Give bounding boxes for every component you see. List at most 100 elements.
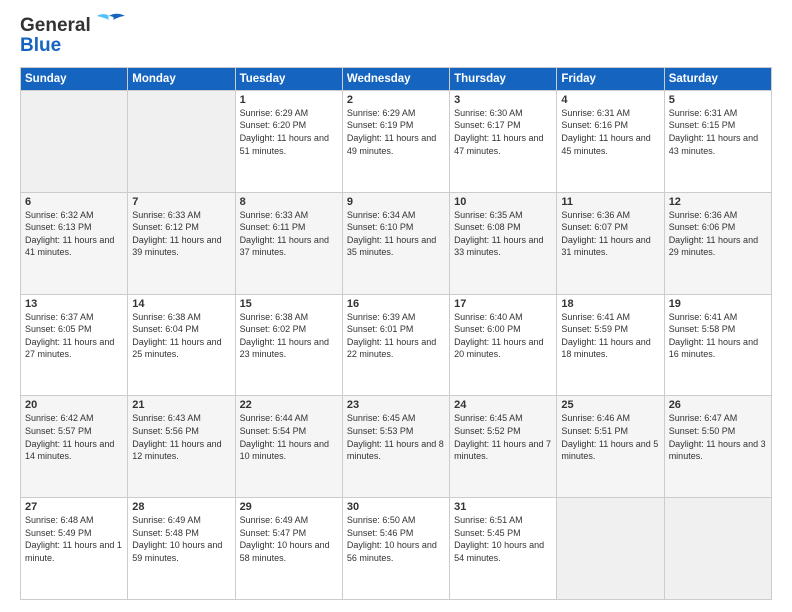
calendar-week-row: 13Sunrise: 6:37 AMSunset: 6:05 PMDayligh… — [21, 294, 772, 396]
day-info: Sunrise: 6:33 AMSunset: 6:11 PMDaylight:… — [240, 209, 338, 259]
calendar-cell: 16Sunrise: 6:39 AMSunset: 6:01 PMDayligh… — [342, 294, 449, 396]
day-number: 3 — [454, 94, 552, 106]
day-info: Sunrise: 6:36 AMSunset: 6:07 PMDaylight:… — [561, 209, 659, 259]
calendar-week-row: 6Sunrise: 6:32 AMSunset: 6:13 PMDaylight… — [21, 192, 772, 294]
calendar-week-row: 20Sunrise: 6:42 AMSunset: 5:57 PMDayligh… — [21, 396, 772, 498]
day-info: Sunrise: 6:39 AMSunset: 6:01 PMDaylight:… — [347, 311, 445, 361]
day-number: 8 — [240, 196, 338, 208]
calendar-cell: 14Sunrise: 6:38 AMSunset: 6:04 PMDayligh… — [128, 294, 235, 396]
calendar-table: SundayMondayTuesdayWednesdayThursdayFrid… — [20, 67, 772, 600]
day-info: Sunrise: 6:44 AMSunset: 5:54 PMDaylight:… — [240, 412, 338, 462]
calendar-cell: 29Sunrise: 6:49 AMSunset: 5:47 PMDayligh… — [235, 498, 342, 600]
day-info: Sunrise: 6:48 AMSunset: 5:49 PMDaylight:… — [25, 514, 123, 564]
day-number: 24 — [454, 399, 552, 411]
calendar-cell: 10Sunrise: 6:35 AMSunset: 6:08 PMDayligh… — [450, 192, 557, 294]
day-number: 9 — [347, 196, 445, 208]
weekday-header: Wednesday — [342, 67, 449, 90]
day-number: 4 — [561, 94, 659, 106]
calendar-cell: 22Sunrise: 6:44 AMSunset: 5:54 PMDayligh… — [235, 396, 342, 498]
calendar-cell: 21Sunrise: 6:43 AMSunset: 5:56 PMDayligh… — [128, 396, 235, 498]
calendar-cell — [128, 90, 235, 192]
logo-general: General — [20, 15, 91, 36]
day-info: Sunrise: 6:46 AMSunset: 5:51 PMDaylight:… — [561, 412, 659, 462]
calendar-cell: 17Sunrise: 6:40 AMSunset: 6:00 PMDayligh… — [450, 294, 557, 396]
calendar-cell — [557, 498, 664, 600]
calendar-header-row: SundayMondayTuesdayWednesdayThursdayFrid… — [21, 67, 772, 90]
weekday-header: Friday — [557, 67, 664, 90]
day-number: 26 — [669, 399, 767, 411]
day-number: 29 — [240, 501, 338, 513]
calendar-cell: 13Sunrise: 6:37 AMSunset: 6:05 PMDayligh… — [21, 294, 128, 396]
calendar-cell: 23Sunrise: 6:45 AMSunset: 5:53 PMDayligh… — [342, 396, 449, 498]
calendar-cell: 24Sunrise: 6:45 AMSunset: 5:52 PMDayligh… — [450, 396, 557, 498]
day-info: Sunrise: 6:49 AMSunset: 5:47 PMDaylight:… — [240, 514, 338, 564]
day-info: Sunrise: 6:45 AMSunset: 5:52 PMDaylight:… — [454, 412, 552, 462]
calendar-cell: 1Sunrise: 6:29 AMSunset: 6:20 PMDaylight… — [235, 90, 342, 192]
day-info: Sunrise: 6:29 AMSunset: 6:20 PMDaylight:… — [240, 107, 338, 157]
day-number: 27 — [25, 501, 123, 513]
day-number: 22 — [240, 399, 338, 411]
day-info: Sunrise: 6:36 AMSunset: 6:06 PMDaylight:… — [669, 209, 767, 259]
calendar-cell: 27Sunrise: 6:48 AMSunset: 5:49 PMDayligh… — [21, 498, 128, 600]
calendar-cell: 9Sunrise: 6:34 AMSunset: 6:10 PMDaylight… — [342, 192, 449, 294]
day-number: 20 — [25, 399, 123, 411]
day-number: 30 — [347, 501, 445, 513]
day-number: 19 — [669, 298, 767, 310]
calendar-cell: 15Sunrise: 6:38 AMSunset: 6:02 PMDayligh… — [235, 294, 342, 396]
calendar-cell: 28Sunrise: 6:49 AMSunset: 5:48 PMDayligh… — [128, 498, 235, 600]
calendar-cell: 30Sunrise: 6:50 AMSunset: 5:46 PMDayligh… — [342, 498, 449, 600]
day-info: Sunrise: 6:34 AMSunset: 6:10 PMDaylight:… — [347, 209, 445, 259]
day-info: Sunrise: 6:33 AMSunset: 6:12 PMDaylight:… — [132, 209, 230, 259]
day-number: 25 — [561, 399, 659, 411]
day-info: Sunrise: 6:38 AMSunset: 6:04 PMDaylight:… — [132, 311, 230, 361]
day-info: Sunrise: 6:47 AMSunset: 5:50 PMDaylight:… — [669, 412, 767, 462]
calendar-cell: 25Sunrise: 6:46 AMSunset: 5:51 PMDayligh… — [557, 396, 664, 498]
weekday-header: Saturday — [664, 67, 771, 90]
header: General Blue — [20, 16, 772, 57]
weekday-header: Tuesday — [235, 67, 342, 90]
day-info: Sunrise: 6:50 AMSunset: 5:46 PMDaylight:… — [347, 514, 445, 564]
day-number: 13 — [25, 298, 123, 310]
page: General Blue SundayMondayTuesdayWednesda… — [0, 0, 792, 612]
calendar-cell: 6Sunrise: 6:32 AMSunset: 6:13 PMDaylight… — [21, 192, 128, 294]
day-info: Sunrise: 6:51 AMSunset: 5:45 PMDaylight:… — [454, 514, 552, 564]
day-number: 5 — [669, 94, 767, 106]
day-info: Sunrise: 6:49 AMSunset: 5:48 PMDaylight:… — [132, 514, 230, 564]
day-number: 18 — [561, 298, 659, 310]
calendar-cell: 11Sunrise: 6:36 AMSunset: 6:07 PMDayligh… — [557, 192, 664, 294]
day-number: 23 — [347, 399, 445, 411]
calendar-week-row: 1Sunrise: 6:29 AMSunset: 6:20 PMDaylight… — [21, 90, 772, 192]
calendar-cell: 12Sunrise: 6:36 AMSunset: 6:06 PMDayligh… — [664, 192, 771, 294]
day-info: Sunrise: 6:43 AMSunset: 5:56 PMDaylight:… — [132, 412, 230, 462]
day-number: 11 — [561, 196, 659, 208]
calendar-cell: 18Sunrise: 6:41 AMSunset: 5:59 PMDayligh… — [557, 294, 664, 396]
logo-blue: Blue — [20, 35, 61, 57]
calendar-cell: 8Sunrise: 6:33 AMSunset: 6:11 PMDaylight… — [235, 192, 342, 294]
day-info: Sunrise: 6:32 AMSunset: 6:13 PMDaylight:… — [25, 209, 123, 259]
logo-bird-icon — [93, 12, 125, 36]
day-info: Sunrise: 6:31 AMSunset: 6:16 PMDaylight:… — [561, 107, 659, 157]
weekday-header: Monday — [128, 67, 235, 90]
calendar-cell: 20Sunrise: 6:42 AMSunset: 5:57 PMDayligh… — [21, 396, 128, 498]
calendar-cell — [21, 90, 128, 192]
day-info: Sunrise: 6:41 AMSunset: 5:58 PMDaylight:… — [669, 311, 767, 361]
day-info: Sunrise: 6:45 AMSunset: 5:53 PMDaylight:… — [347, 412, 445, 462]
day-info: Sunrise: 6:30 AMSunset: 6:17 PMDaylight:… — [454, 107, 552, 157]
day-number: 21 — [132, 399, 230, 411]
weekday-header: Thursday — [450, 67, 557, 90]
day-number: 15 — [240, 298, 338, 310]
day-number: 17 — [454, 298, 552, 310]
day-number: 31 — [454, 501, 552, 513]
day-info: Sunrise: 6:40 AMSunset: 6:00 PMDaylight:… — [454, 311, 552, 361]
day-number: 2 — [347, 94, 445, 106]
day-number: 7 — [132, 196, 230, 208]
logo: General Blue — [20, 16, 125, 57]
calendar-cell — [664, 498, 771, 600]
day-number: 28 — [132, 501, 230, 513]
calendar-cell: 2Sunrise: 6:29 AMSunset: 6:19 PMDaylight… — [342, 90, 449, 192]
day-number: 10 — [454, 196, 552, 208]
day-info: Sunrise: 6:42 AMSunset: 5:57 PMDaylight:… — [25, 412, 123, 462]
day-info: Sunrise: 6:37 AMSunset: 6:05 PMDaylight:… — [25, 311, 123, 361]
calendar-cell: 3Sunrise: 6:30 AMSunset: 6:17 PMDaylight… — [450, 90, 557, 192]
day-number: 12 — [669, 196, 767, 208]
